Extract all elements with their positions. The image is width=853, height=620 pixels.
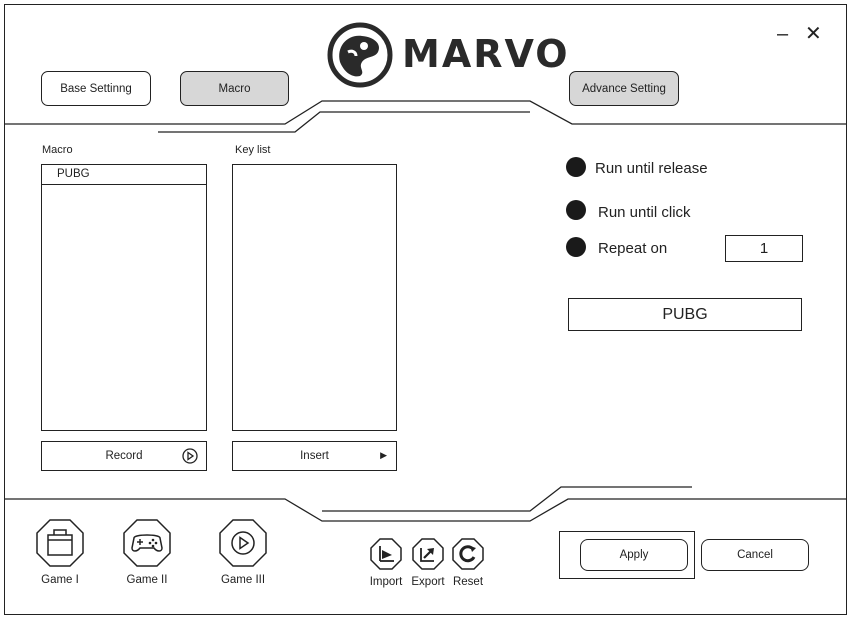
repeat-count-input[interactable]: 1 <box>725 235 803 262</box>
repeat-on-label[interactable]: Repeat on <box>598 240 667 257</box>
minimize-button[interactable]: – <box>777 24 788 44</box>
export-icon <box>412 538 444 570</box>
macro-list-item[interactable]: PUBG <box>42 165 206 185</box>
gamepad-icon <box>123 519 171 567</box>
run-until-click-label[interactable]: Run until click <box>598 204 691 221</box>
game-1-label: Game I <box>41 574 79 586</box>
export-button[interactable]: Export <box>408 538 448 588</box>
tab-advance-setting[interactable]: Advance Setting <box>569 71 679 106</box>
game-3-label: Game III <box>220 574 266 586</box>
run-until-release-label[interactable]: Run until release <box>595 160 708 177</box>
radio-run-until-release[interactable] <box>566 157 586 177</box>
insert-button[interactable]: Insert ▶ <box>232 441 397 471</box>
game-1-button[interactable]: Game I <box>33 518 87 586</box>
import-button[interactable]: Import <box>366 538 406 588</box>
record-label: Record <box>105 450 143 462</box>
apply-button[interactable]: Apply <box>580 539 688 571</box>
tab-macro[interactable]: Macro <box>180 71 289 106</box>
keylist-panel-title: Key list <box>235 144 271 156</box>
macro-name-field[interactable]: PUBG <box>568 298 802 331</box>
key-list[interactable] <box>232 164 397 431</box>
cancel-button[interactable]: Cancel <box>701 539 809 571</box>
import-label: Import <box>369 576 403 588</box>
export-label: Export <box>411 576 445 588</box>
play-icon <box>219 519 267 567</box>
radio-run-until-click[interactable] <box>566 200 586 220</box>
insert-arrow-icon: ▶ <box>380 450 387 460</box>
reset-icon <box>452 538 484 570</box>
game-2-button[interactable]: Game II <box>119 518 175 586</box>
macro-panel-title: Macro <box>42 144 73 156</box>
insert-label: Insert <box>300 450 329 462</box>
import-icon <box>370 538 402 570</box>
record-button[interactable]: Record <box>41 441 207 471</box>
tab-base-setting[interactable]: Base Settinng <box>41 71 151 106</box>
reset-label: Reset <box>452 576 484 588</box>
macro-list: PUBG <box>41 164 207 431</box>
game-3-button[interactable]: Game III <box>214 518 272 586</box>
game-2-label: Game II <box>126 574 168 586</box>
reset-button[interactable]: Reset <box>448 538 488 588</box>
close-button[interactable]: ✕ <box>805 24 822 44</box>
logo-text: MARVO <box>402 32 570 76</box>
record-play-icon <box>182 448 198 464</box>
bag-icon <box>36 519 84 567</box>
marvo-logo-icon <box>327 22 393 88</box>
radio-repeat-on[interactable] <box>566 237 586 257</box>
